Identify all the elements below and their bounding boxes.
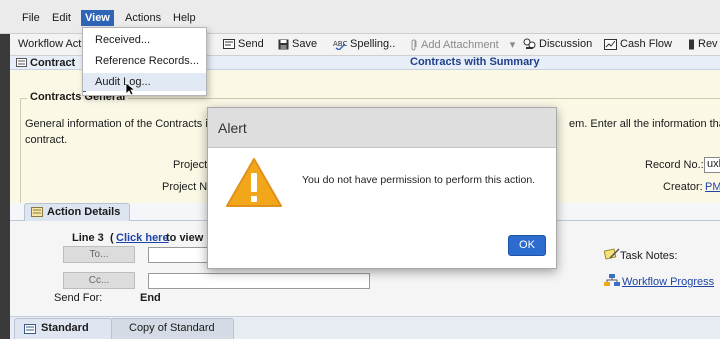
to-field[interactable]: [148, 247, 208, 263]
paperclip-icon: [411, 39, 417, 51]
tab-action-details[interactable]: Action Details: [24, 203, 130, 221]
to-button[interactable]: To...: [63, 246, 135, 263]
add-attachment-label: Add Attachment: [421, 39, 499, 51]
rev-icon: [689, 39, 694, 50]
menu-edit[interactable]: Edit: [52, 10, 71, 26]
rev-button[interactable]: Rev: [688, 38, 718, 50]
description-text-line2: contract.: [25, 134, 68, 146]
form-heading: Contracts with Summary: [410, 56, 540, 68]
record-no-field[interactable]: uxl: [704, 157, 720, 173]
save-label: Save: [292, 38, 318, 50]
menu-help[interactable]: Help: [173, 10, 196, 26]
discussion-icon: [523, 38, 536, 50]
click-here-link[interactable]: Click here: [116, 232, 169, 244]
mouse-cursor-icon: [125, 82, 135, 96]
description-text: General information of the Contracts in: [25, 118, 214, 130]
view-text: to view l: [166, 232, 210, 244]
save-button[interactable]: Save: [278, 38, 317, 50]
view-menu-dropdown: Received... Reference Records... Audit L…: [82, 27, 207, 96]
menu-item-audit-log[interactable]: Audit Log...: [83, 73, 206, 91]
form-icon: [16, 58, 27, 67]
warning-icon: [226, 158, 282, 207]
alert-title: Alert: [218, 120, 247, 136]
project-name-label: Project N: [162, 181, 208, 193]
record-no-label: Record No.:: [645, 159, 704, 171]
menu-item-received[interactable]: Received...: [95, 34, 150, 46]
send-for-label: Send For:: [54, 292, 103, 304]
alert-dialog: Alert You do not have permission to perf…: [207, 107, 557, 269]
save-icon: [278, 39, 289, 50]
menu-actions[interactable]: Actions: [125, 10, 161, 26]
standard-tab-icon: [24, 324, 36, 334]
menu-file[interactable]: File: [22, 10, 40, 26]
tab-action-details-label: Action Details: [47, 206, 121, 218]
line-number: Line 3: [72, 232, 104, 244]
alert-message: You do not have permission to perform th…: [302, 174, 536, 186]
send-for-value: End: [140, 292, 161, 304]
contract-tab-label: Contract: [30, 57, 76, 69]
cash-flow-icon: [604, 38, 617, 50]
project-label: Project: [173, 159, 208, 171]
tab-copy-of-standard[interactable]: Copy of Standard: [110, 318, 234, 339]
spelling-label: Spelling..: [350, 38, 396, 50]
ok-button[interactable]: OK: [508, 235, 546, 256]
creator-link[interactable]: PM: [705, 181, 720, 193]
send-icon: [223, 39, 235, 50]
task-notes[interactable]: Task Notes:: [603, 247, 678, 262]
spellcheck-icon: ABC: [333, 40, 347, 50]
window-edge: [0, 34, 10, 339]
contract-tab[interactable]: Contract: [16, 57, 75, 69]
cash-flow-label: Cash Flow: [620, 38, 672, 50]
workflow-actions-button[interactable]: Workflow Act: [18, 38, 81, 50]
menu-view[interactable]: View: [81, 10, 114, 26]
description-text-continued: em. Enter all the information that: [569, 118, 720, 130]
bottom-tab-strip: Copy of Standard Standard: [10, 316, 720, 339]
send-button[interactable]: Send: [223, 38, 264, 50]
discussion-button[interactable]: Discussion: [523, 38, 592, 50]
workflow-progress-link: Workflow Progress: [622, 276, 715, 288]
attachment-dropdown-icon[interactable]: ▾: [510, 39, 516, 51]
spelling-button[interactable]: ABC Spelling..: [333, 38, 395, 50]
workflow-progress-icon: [604, 274, 620, 286]
alert-header: Alert: [208, 108, 556, 148]
note-pencil-icon: [603, 248, 620, 260]
workflow-progress[interactable]: Workflow Progress: [604, 274, 714, 288]
action-details-icon: [31, 207, 43, 217]
rev-label: Rev: [698, 38, 718, 50]
task-notes-label: Task Notes:: [620, 250, 678, 262]
cc-button[interactable]: Cc...: [63, 272, 135, 289]
send-label: Send: [238, 38, 264, 50]
creator-label: Creator:: [663, 181, 703, 193]
cc-field[interactable]: [148, 273, 370, 289]
add-attachment-button[interactable]: Add Attachment ▾: [410, 38, 515, 51]
menu-item-reference-records[interactable]: Reference Records...: [95, 55, 199, 67]
cash-flow-button[interactable]: Cash Flow: [604, 38, 672, 50]
tab-standard[interactable]: Standard: [14, 318, 112, 339]
discussion-label: Discussion: [539, 38, 593, 50]
tab-standard-label: Standard: [41, 322, 89, 334]
open-paren: (: [110, 232, 114, 244]
